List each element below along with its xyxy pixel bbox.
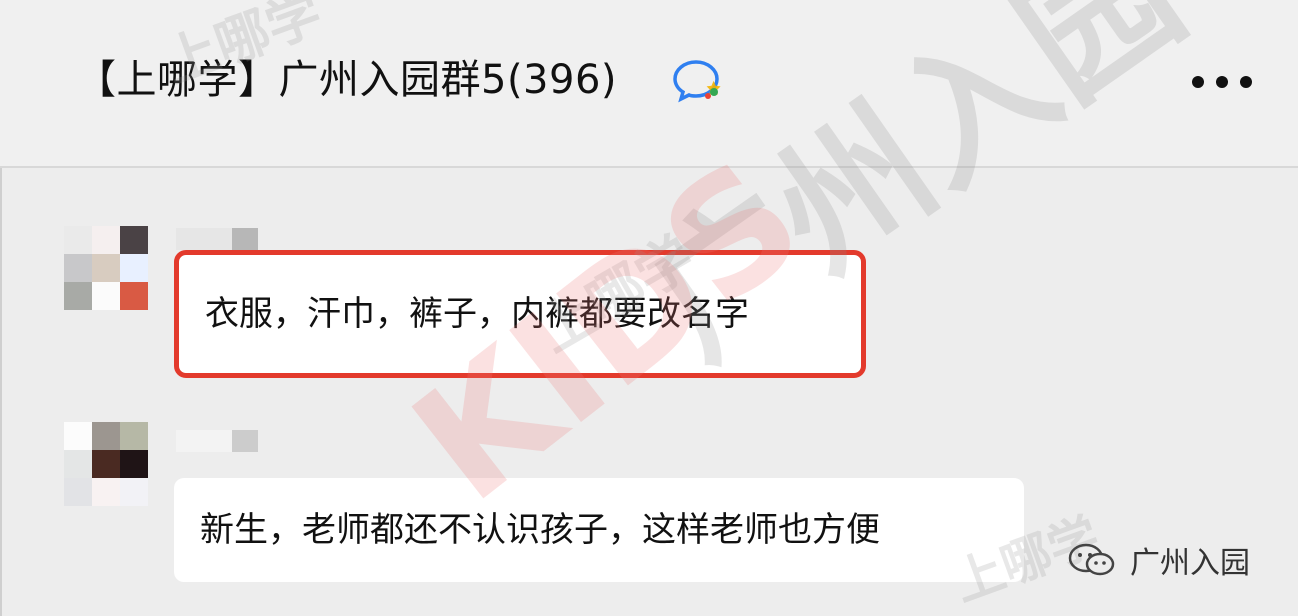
avatar-pixel	[92, 422, 120, 450]
name-pixel	[176, 228, 204, 250]
message-bubble[interactable]: 新生，老师都还不认识孩子，这样老师也方便	[174, 478, 1024, 582]
chat-header: 【上哪学】广州入园群5(396)	[0, 0, 1298, 168]
dot-icon	[1192, 76, 1204, 88]
avatar-pixel	[92, 478, 120, 506]
dot-icon	[1216, 76, 1228, 88]
name-pixel	[232, 430, 258, 452]
avatar-pixel	[92, 282, 120, 310]
dot-icon	[1240, 76, 1252, 88]
avatar-pixel	[92, 254, 120, 282]
avatar-pixel	[120, 422, 148, 450]
wechat-official-account-icon	[1068, 543, 1115, 576]
name-pixel	[204, 228, 232, 250]
avatar-pixel	[64, 282, 92, 310]
message-text: 新生，老师都还不认识孩子，这样老师也方便	[200, 510, 880, 550]
avatar-pixel	[120, 254, 148, 282]
avatar-pixel	[64, 226, 92, 254]
avatar-pixel	[120, 226, 148, 254]
sender-name-blurred	[176, 228, 258, 250]
avatar[interactable]	[64, 422, 148, 506]
message-text: 衣服，汗巾，裤子，内裤都要改名字	[205, 294, 749, 334]
avatar[interactable]	[64, 226, 148, 310]
chat-title: 【上哪学】广州入园群5(396)	[76, 57, 618, 103]
sender-name-blurred	[176, 430, 258, 452]
avatar-pixel	[64, 422, 92, 450]
message-bubble-highlighted[interactable]: 衣服，汗巾，裤子，内裤都要改名字	[174, 250, 866, 378]
avatar-pixel	[64, 254, 92, 282]
more-options-button[interactable]	[1184, 62, 1260, 102]
avatar-pixel	[92, 226, 120, 254]
avatar-pixel	[120, 282, 148, 310]
avatar-pixel	[64, 450, 92, 478]
name-pixel	[204, 430, 232, 452]
avatar-pixel	[120, 450, 148, 478]
official-account-name: 广州入园	[1130, 546, 1250, 581]
group-chat-icon	[673, 60, 721, 103]
name-pixel	[176, 430, 204, 452]
avatar-pixel	[120, 478, 148, 506]
name-pixel	[232, 228, 258, 250]
avatar-pixel	[64, 478, 92, 506]
official-account-badge: 广州入园	[1066, 536, 1250, 584]
avatar-pixel	[92, 450, 120, 478]
